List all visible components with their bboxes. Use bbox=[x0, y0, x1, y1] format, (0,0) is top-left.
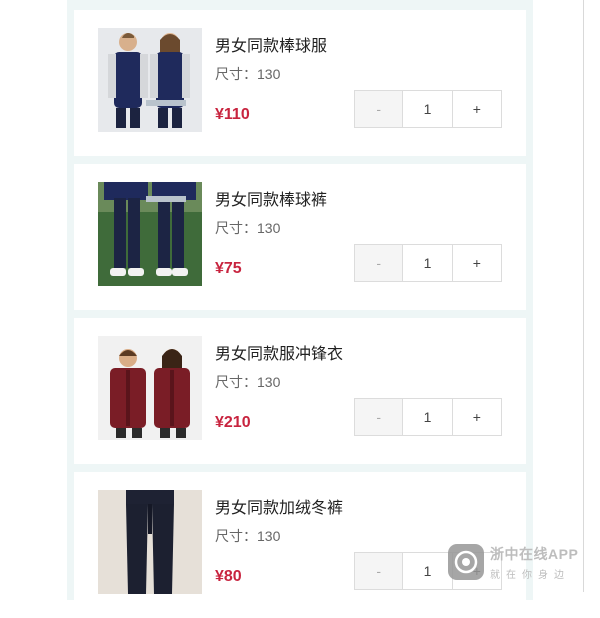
product-name[interactable]: 男女同款棒球裤 bbox=[215, 186, 327, 210]
product-name[interactable]: 男女同款服冲锋衣 bbox=[215, 340, 343, 364]
product-image-winter-pants[interactable] bbox=[98, 490, 202, 594]
cart-item: 男女同款棒球裤 尺寸：130 ¥75 - 1 + bbox=[74, 164, 526, 310]
watermark-subtitle: 就在你身边 bbox=[490, 569, 570, 581]
product-name[interactable]: 男女同款棒球服 bbox=[215, 32, 327, 56]
decrease-quantity-button[interactable]: - bbox=[355, 245, 404, 281]
product-image-baseball-pants[interactable] bbox=[98, 182, 202, 286]
product-image-baseball-jacket[interactable] bbox=[98, 28, 202, 132]
app-watermark: 浙中在线APP 就在你身边 bbox=[448, 540, 598, 584]
quantity-stepper: - 1 + bbox=[354, 90, 502, 128]
decrease-quantity-button[interactable]: - bbox=[355, 91, 404, 127]
watermark-text: 浙中在线APP 就在你身边 bbox=[490, 544, 578, 581]
increase-quantity-button[interactable]: + bbox=[452, 399, 501, 435]
cart-item: 男女同款棒球服 尺寸：130 ¥110 - 1 + bbox=[74, 10, 526, 156]
decrease-quantity-button[interactable]: - bbox=[355, 399, 404, 435]
right-frame-line bbox=[583, 0, 584, 592]
app-logo-icon bbox=[448, 544, 484, 580]
quantity-stepper: - 1 + bbox=[354, 244, 502, 282]
increase-quantity-button[interactable]: + bbox=[452, 91, 501, 127]
product-size: 尺寸：130 bbox=[215, 66, 281, 82]
quantity-stepper: - 1 + bbox=[354, 398, 502, 436]
product-size: 尺寸：130 bbox=[215, 220, 281, 236]
quantity-input[interactable]: 1 bbox=[403, 553, 453, 589]
product-size: 尺寸：130 bbox=[215, 528, 281, 544]
quantity-input[interactable]: 1 bbox=[403, 399, 453, 435]
product-size: 尺寸：130 bbox=[215, 374, 281, 390]
product-name[interactable]: 男女同款加绒冬裤 bbox=[215, 494, 343, 518]
cart-item: 男女同款服冲锋衣 尺寸：130 ¥210 - 1 + bbox=[74, 318, 526, 464]
decrease-quantity-button[interactable]: - bbox=[355, 553, 404, 589]
product-price: ¥75 bbox=[215, 260, 242, 277]
quantity-input[interactable]: 1 bbox=[403, 91, 453, 127]
product-price: ¥210 bbox=[215, 414, 251, 431]
cart-list: 男女同款棒球服 尺寸：130 ¥110 - 1 + 男女同款棒球裤 尺寸：130… bbox=[67, 0, 533, 618]
increase-quantity-button[interactable]: + bbox=[452, 245, 501, 281]
product-price: ¥110 bbox=[215, 106, 250, 123]
product-image-windbreaker[interactable] bbox=[98, 336, 202, 440]
watermark-title: 浙中在线APP bbox=[490, 545, 579, 562]
product-price: ¥80 bbox=[215, 568, 242, 585]
quantity-input[interactable]: 1 bbox=[403, 245, 453, 281]
